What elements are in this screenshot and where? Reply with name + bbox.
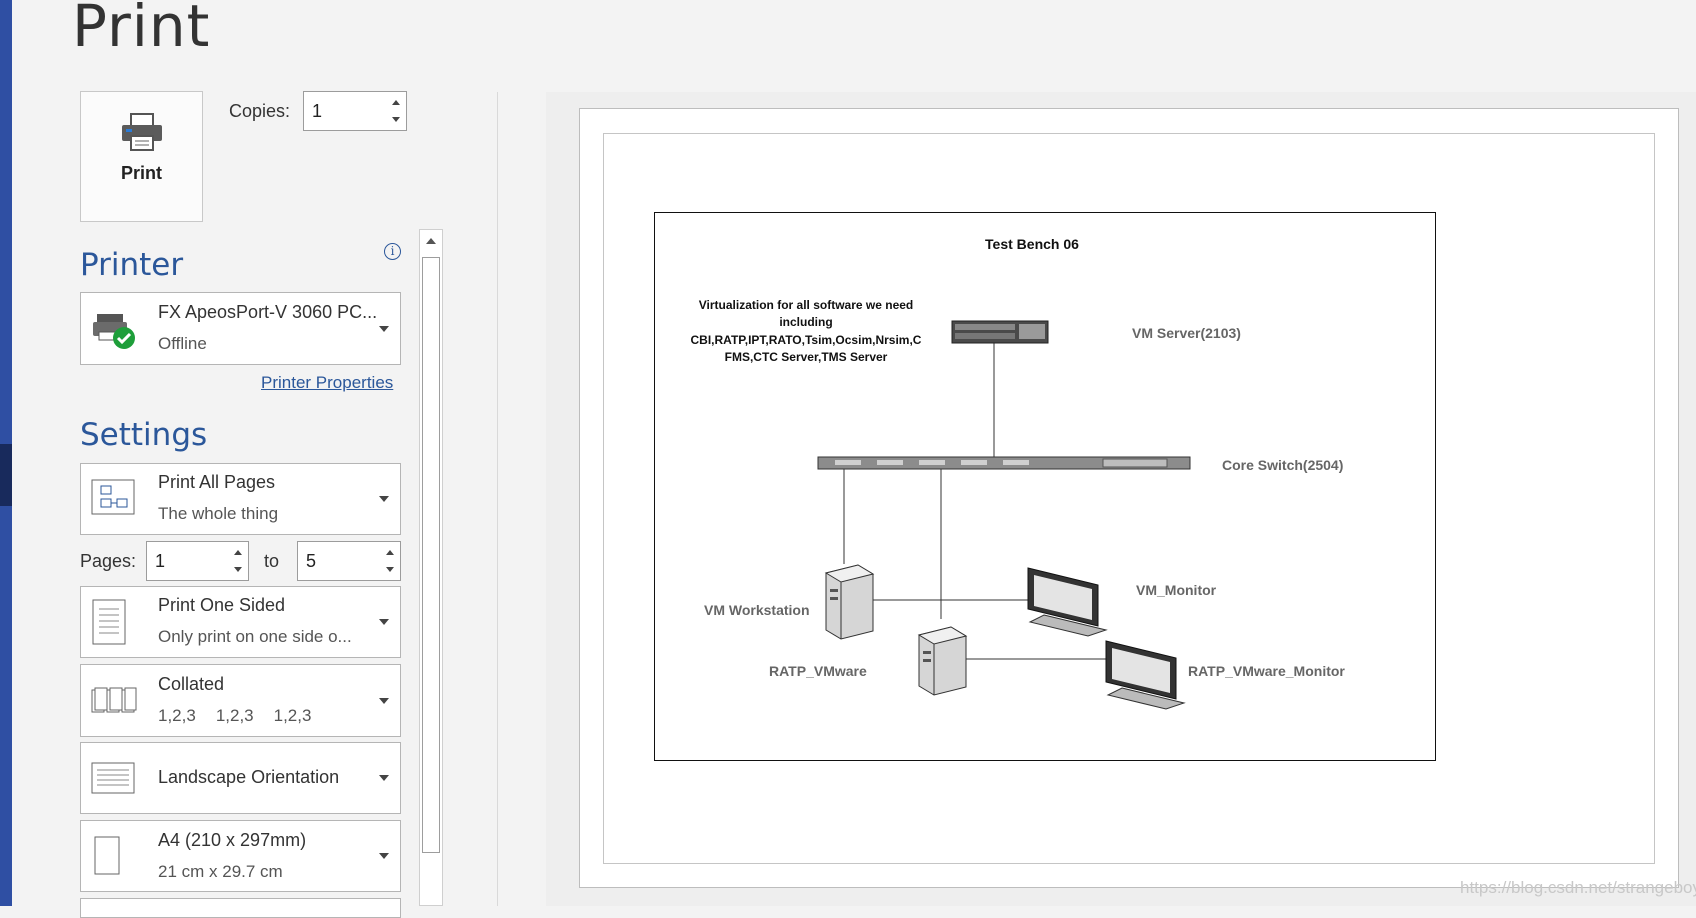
paper-size-icon [94, 836, 120, 875]
diagram-canvas: Test Bench 06 Virtualization for all sof… [691, 236, 1345, 710]
orientation-title: Landscape Orientation [158, 767, 340, 787]
scroll-up-icon[interactable] [426, 238, 436, 244]
chevron-down-icon [379, 619, 389, 625]
print-button-label: Print [120, 163, 162, 183]
pages-to-value: 5 [306, 550, 317, 571]
page-range-icon [91, 479, 135, 515]
landscape-page-icon [91, 762, 135, 794]
printer-section-title: Printer [80, 247, 184, 283]
print-button[interactable]: Print [80, 91, 203, 222]
pages-from-spin-arrows[interactable] [228, 542, 248, 580]
chevron-down-icon [379, 775, 389, 781]
copies-spin-arrows[interactable] [386, 92, 406, 130]
scrollbar-thumb[interactable] [422, 257, 440, 853]
pages-to-spin-arrows[interactable] [380, 542, 400, 580]
pages-to-input[interactable]: 5 [297, 541, 401, 581]
chevron-down-icon [379, 697, 389, 704]
collation-title: Collated [158, 674, 225, 694]
chevron-down-icon [379, 325, 389, 332]
pages-from-input[interactable]: 1 [146, 541, 249, 581]
collation-order-2: 1,2,3 [215, 706, 254, 725]
pages-label: Pages: [80, 551, 137, 571]
paper-size-title: A4 (210 x 297mm) [158, 830, 307, 850]
nav-selected-marker [0, 444, 12, 506]
pages-to-label: to [264, 551, 280, 571]
sides-dropdown[interactable]: Print One Sided Only print on one side o… [80, 586, 401, 658]
settings-section-title: Settings [80, 417, 208, 453]
ratp-monitor-label: RATP_VMware_Monitor [1188, 663, 1345, 679]
copies-label: Copies: [229, 101, 291, 121]
monitor-icon [1105, 640, 1186, 710]
printer-status: Offline [158, 334, 207, 353]
collation-subtitle: 1,2,3 1,2,3 1,2,3 [158, 706, 331, 726]
pane-divider [497, 92, 498, 906]
diagram-note-line-1: Virtualization for all software we need [699, 298, 914, 312]
vm-workstation-label: VM Workstation [704, 602, 810, 618]
print-range-title: Print All Pages [158, 472, 276, 492]
page-title: Print [72, 0, 211, 60]
collation-order-1: 1,2,3 [158, 706, 196, 725]
printer-name: FX ApeosPort-V 3060 PC... [158, 302, 378, 322]
next-setting-dropdown[interactable] [80, 898, 401, 918]
print-range-dropdown[interactable]: Print All Pages The whole thing [80, 463, 401, 535]
vm-server-label: VM Server(2103) [1132, 325, 1241, 341]
collation-order-3: 1,2,3 [273, 706, 312, 725]
core-switch-label: Core Switch(2504) [1222, 457, 1343, 473]
network-diagram: Test Bench 06 Virtualization for all sof… [654, 212, 1436, 761]
network-switch-icon [817, 456, 1191, 470]
workstation-tower-icon [824, 564, 875, 640]
backstage-nav-bar [0, 0, 12, 906]
diagram-note-line-4: FMS,CTC Server,TMS Server [725, 350, 888, 364]
paper-size-subtitle: 21 cm x 29.7 cm [158, 862, 283, 881]
chevron-down-icon [379, 853, 389, 859]
pages-from-value: 1 [155, 550, 166, 571]
sides-title: Print One Sided [158, 595, 286, 615]
one-sided-page-icon [92, 599, 126, 645]
info-icon[interactable]: i [384, 243, 401, 260]
server-tower-icon [917, 626, 968, 696]
settings-scrollbar[interactable] [419, 229, 443, 906]
ratp-vmware-label: RATP_VMware [769, 663, 867, 679]
diagram-note-line-3: CBI,RATP,IPT,RATO,Tsim,Ocsim,Nrsim,C [691, 333, 922, 347]
vm-monitor-label: VM_Monitor [1136, 582, 1217, 598]
sides-subtitle: Only print on one side o... [158, 627, 352, 646]
diagram-note-line-2: including [779, 315, 832, 329]
rack-server-icon [951, 320, 1049, 344]
watermark-text: https://blog.csdn.net/strangeboy [1460, 878, 1696, 897]
copies-stepper[interactable]: 1 [303, 91, 407, 131]
orientation-dropdown[interactable]: Landscape Orientation [80, 742, 401, 814]
monitor-icon [1027, 567, 1108, 637]
printer-status-icon [93, 313, 135, 349]
collated-pages-icon [91, 687, 137, 712]
paper-size-dropdown[interactable]: A4 (210 x 297mm) 21 cm x 29.7 cm [80, 820, 401, 892]
printer-icon [121, 113, 162, 151]
printer-dropdown[interactable]: FX ApeosPort-V 3060 PC... Offline [80, 292, 401, 365]
chevron-down-icon [379, 496, 389, 502]
printer-properties-link[interactable]: Printer Properties [261, 373, 393, 393]
collation-dropdown[interactable]: Collated 1,2,3 1,2,3 1,2,3 [80, 664, 401, 737]
diagram-title: Test Bench 06 [985, 236, 1079, 252]
copies-value: 1 [312, 100, 323, 121]
print-range-subtitle: The whole thing [158, 504, 279, 523]
